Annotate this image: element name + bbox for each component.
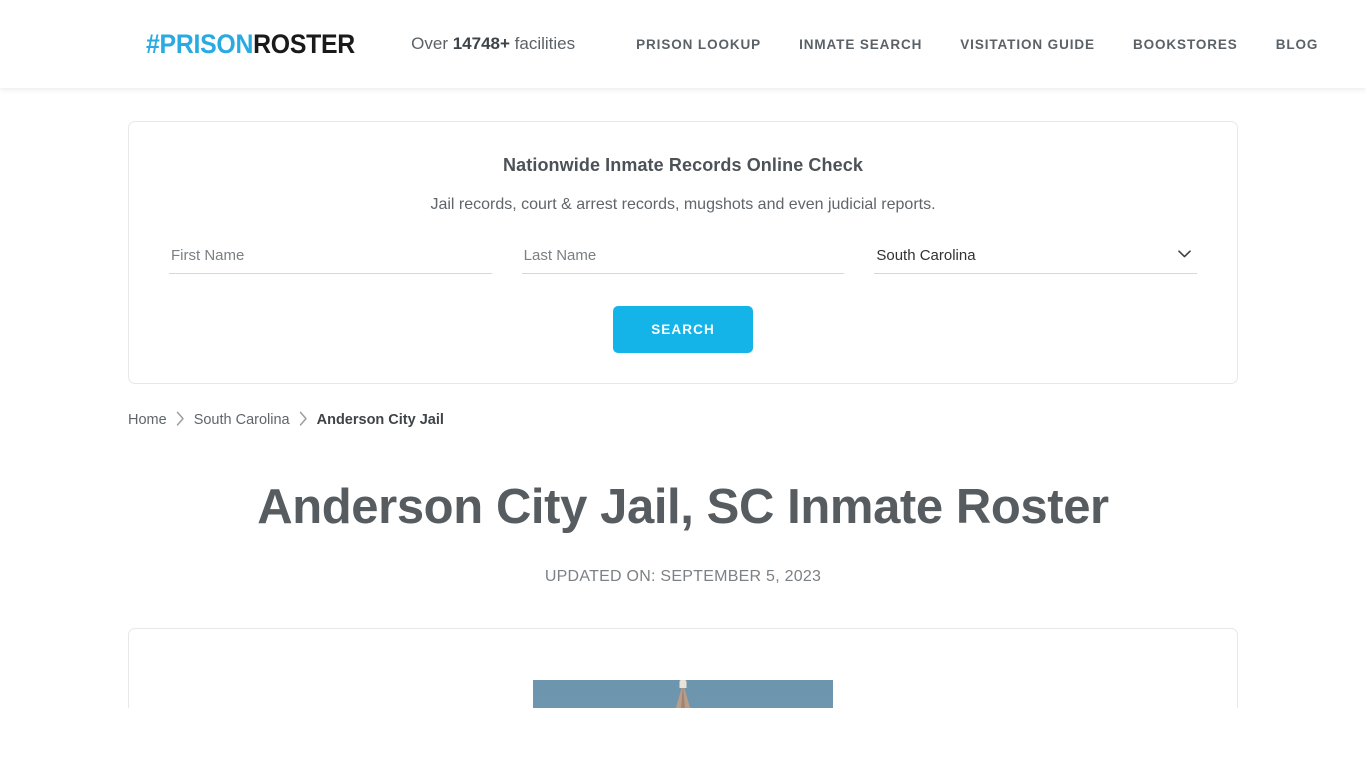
- steeple-edge-shape: [673, 684, 693, 708]
- facility-photo: [533, 679, 833, 708]
- page-title: Anderson City Jail, SC Inmate Roster: [257, 480, 1109, 534]
- nav-blog[interactable]: BLOG: [1257, 37, 1338, 52]
- first-name-input[interactable]: [169, 243, 492, 274]
- search-fields-row: South Carolina: [169, 243, 1198, 274]
- updated-on-text: UPDATED ON: SEPTEMBER 5, 2023: [544, 567, 822, 585]
- breadcrumb-chevron-icon: [290, 411, 317, 430]
- breadcrumb: Home South Carolina Anderson City Jail: [128, 411, 1238, 430]
- logo-dark-text: ROSTER: [253, 28, 355, 59]
- last-name-field-wrap: [521, 243, 845, 274]
- search-card-title: Nationwide Inmate Records Online Check: [503, 155, 863, 175]
- search-card-subtitle: Jail records, court & arrest records, mu…: [430, 196, 936, 213]
- nav-bookstores[interactable]: BOOKSTORES: [1114, 37, 1257, 52]
- header-inner: #PRISONROSTER Over 14748+ facilities PRI…: [0, 28, 1366, 59]
- content-container: Nationwide Inmate Records Online Check J…: [128, 121, 1238, 708]
- nav-inmate-search[interactable]: INMATE SEARCH: [780, 37, 941, 52]
- search-button-row: SEARCH: [169, 306, 1197, 353]
- state-select[interactable]: South Carolina: [874, 243, 1198, 274]
- facilities-prefix: Over: [411, 34, 453, 53]
- breadcrumb-chevron-icon: [167, 411, 194, 430]
- nav-prison-lookup[interactable]: PRISON LOOKUP: [617, 37, 780, 52]
- search-button[interactable]: SEARCH: [613, 306, 753, 353]
- breadcrumb-item-south-carolina[interactable]: South Carolina: [194, 412, 290, 428]
- site-logo[interactable]: #PRISONROSTER: [146, 28, 355, 59]
- last-name-input[interactable]: [521, 243, 845, 274]
- breadcrumb-item-home[interactable]: Home: [128, 412, 167, 428]
- state-select-wrap: South Carolina: [874, 243, 1198, 274]
- first-name-field-wrap: [169, 243, 492, 274]
- main-navigation: PRISON LOOKUP INMATE SEARCH VISITATION G…: [617, 37, 1337, 52]
- facilities-count-text: Over 14748+ facilities: [411, 34, 575, 54]
- inmate-search-card: Nationwide Inmate Records Online Check J…: [128, 121, 1238, 384]
- facilities-suffix: facilities: [509, 34, 576, 53]
- steeple-cap-shape: [679, 679, 687, 688]
- nav-visitation-guide[interactable]: VISITATION GUIDE: [941, 37, 1114, 52]
- site-header: #PRISONROSTER Over 14748+ facilities PRI…: [0, 0, 1366, 88]
- logo-accent-text: #PRISON: [146, 28, 254, 59]
- facilities-number: 14748+: [452, 34, 510, 53]
- breadcrumb-item-current: Anderson City Jail: [316, 412, 444, 428]
- page-body: Nationwide Inmate Records Online Check J…: [0, 121, 1366, 708]
- facility-content-card: [128, 627, 1238, 708]
